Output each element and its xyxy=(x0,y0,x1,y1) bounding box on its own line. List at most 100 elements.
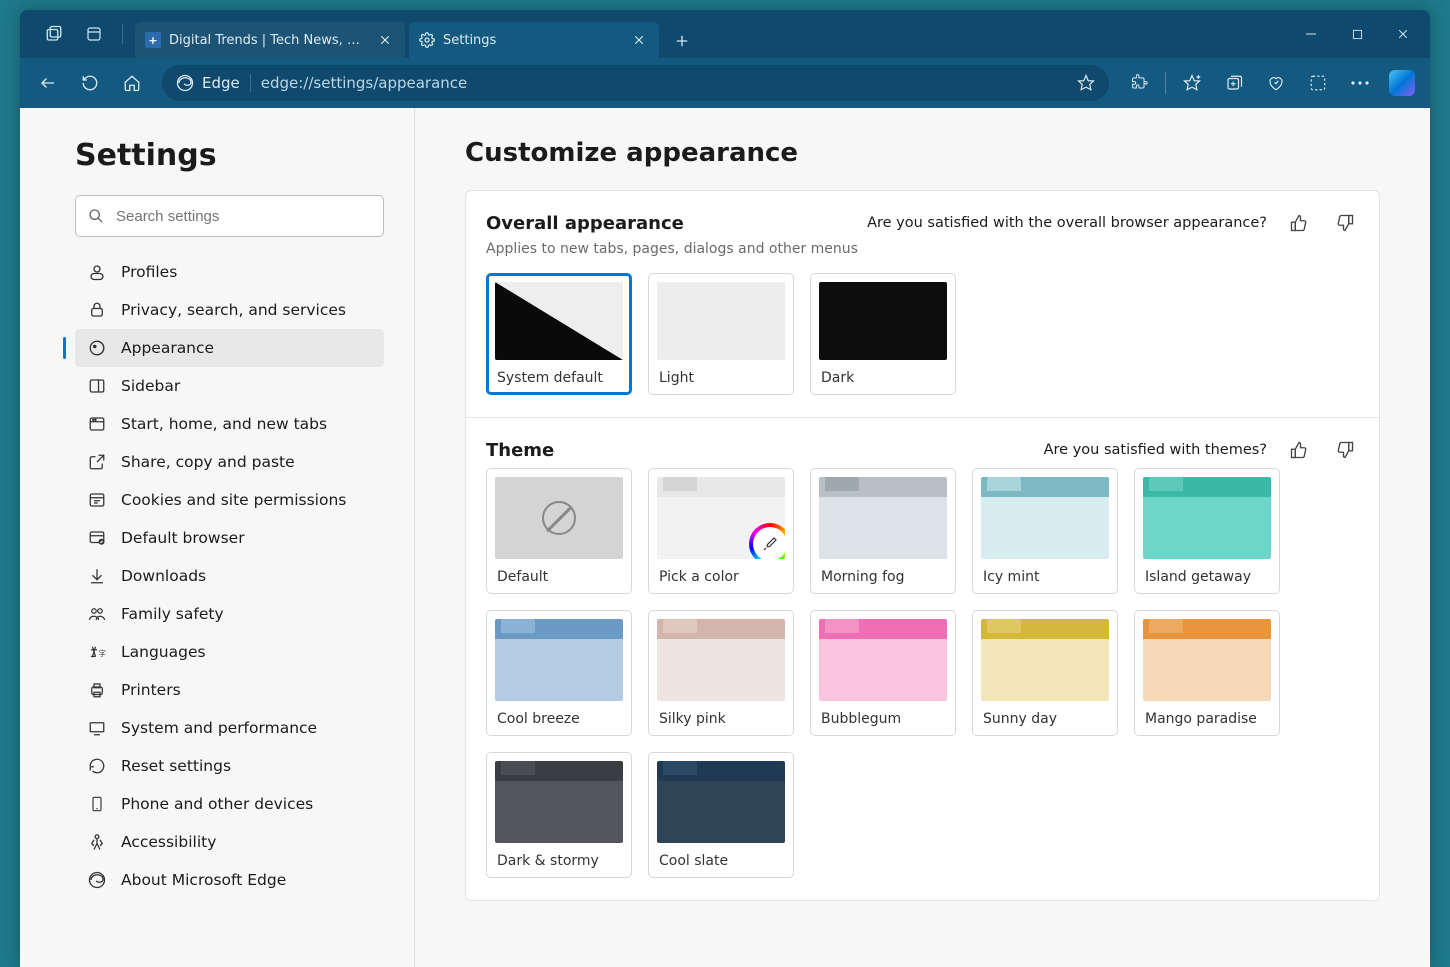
toolbar: Edge edge://settings/appearance xyxy=(20,58,1430,108)
addressbar-url: edge://settings/appearance xyxy=(261,74,1067,92)
home-button[interactable] xyxy=(112,63,152,103)
theme-option-morning-fog[interactable]: Morning fog xyxy=(810,468,956,594)
browser-essentials-button[interactable] xyxy=(1256,63,1296,103)
nav-label: Share, copy and paste xyxy=(121,453,295,471)
close-tab-icon[interactable] xyxy=(375,30,395,50)
nav-icon xyxy=(87,301,107,319)
tab-settings[interactable]: Settings xyxy=(409,22,659,58)
back-button[interactable] xyxy=(28,63,68,103)
favorite-star-icon[interactable] xyxy=(1077,74,1095,92)
copilot-button[interactable] xyxy=(1382,63,1422,103)
page-content: Settings Profiles Privacy, search, and se… xyxy=(20,108,1430,967)
tile-label: Silky pink xyxy=(657,711,785,727)
tile-label: Cool breeze xyxy=(495,711,623,727)
nav-icon xyxy=(87,453,107,471)
nav-item-languages[interactable]: 字Languages xyxy=(75,633,384,671)
collections-button[interactable] xyxy=(1214,63,1254,103)
tile-label: Mango paradise xyxy=(1143,711,1271,727)
new-tab-button[interactable] xyxy=(665,24,699,58)
nav-icon xyxy=(87,719,107,737)
maximize-button[interactable] xyxy=(1334,14,1380,54)
nav-item-share-copy-and-paste[interactable]: Share, copy and paste xyxy=(75,443,384,481)
extensions-button[interactable] xyxy=(1119,63,1159,103)
settings-sidebar: Settings Profiles Privacy, search, and se… xyxy=(20,108,415,967)
tile-label: Island getaway xyxy=(1143,569,1271,585)
nav-item-appearance[interactable]: Appearance xyxy=(75,329,384,367)
section-title: Overall appearance xyxy=(486,213,684,234)
nav-item-accessibility[interactable]: Accessibility xyxy=(75,823,384,861)
nav-icon xyxy=(87,871,107,889)
nav-icon xyxy=(87,794,107,814)
appearance-option-system-default[interactable]: System default xyxy=(486,273,632,395)
nav-label: Privacy, search, and services xyxy=(121,301,346,319)
nav-item-about-microsoft-edge[interactable]: About Microsoft Edge xyxy=(75,861,384,899)
theme-option-sunny-day[interactable]: Sunny day xyxy=(972,610,1118,736)
theme-option-cool-breeze[interactable]: Cool breeze xyxy=(486,610,632,736)
tab-title: Digital Trends | Tech News, Revie xyxy=(169,33,367,48)
nav-label: Printers xyxy=(121,681,181,699)
close-window-button[interactable] xyxy=(1380,14,1426,54)
theme-option-cool-slate[interactable]: Cool slate xyxy=(648,752,794,878)
nav-label: Cookies and site permissions xyxy=(121,491,346,509)
nav-item-reset-settings[interactable]: Reset settings xyxy=(75,747,384,785)
appearance-option-light[interactable]: Light xyxy=(648,273,794,395)
tile-label: Default xyxy=(495,569,623,585)
search-settings-input[interactable] xyxy=(75,195,384,237)
nav-label: Accessibility xyxy=(121,833,216,851)
tile-label: Icy mint xyxy=(981,569,1109,585)
thumbs-down-button[interactable] xyxy=(1331,209,1359,237)
thumbs-up-button[interactable] xyxy=(1285,436,1313,464)
page-title: Settings xyxy=(75,138,384,173)
appearance-option-dark[interactable]: Dark xyxy=(810,273,956,395)
nav-item-family-safety[interactable]: Family safety xyxy=(75,595,384,633)
nav-icon xyxy=(87,377,107,395)
workspaces-icon[interactable] xyxy=(36,16,72,52)
thumbs-up-button[interactable] xyxy=(1285,209,1313,237)
section-theme: Theme Are you satisfied with themes? Def… xyxy=(466,417,1379,900)
tab-actions-icon[interactable] xyxy=(76,16,112,52)
tile-label: Pick a color xyxy=(657,569,785,585)
tile-label: Light xyxy=(657,370,785,386)
nav-item-printers[interactable]: Printers xyxy=(75,671,384,709)
theme-option-silky-pink[interactable]: Silky pink xyxy=(648,610,794,736)
theme-option-pick-a-color[interactable]: Pick a color xyxy=(648,468,794,594)
close-tab-icon[interactable] xyxy=(629,30,649,50)
search-field[interactable] xyxy=(116,208,371,225)
gear-icon xyxy=(419,32,435,48)
nav-item-profiles[interactable]: Profiles xyxy=(75,253,384,291)
theme-option-mango-paradise[interactable]: Mango paradise xyxy=(1134,610,1280,736)
address-bar[interactable]: Edge edge://settings/appearance xyxy=(162,65,1109,101)
nav-label: Downloads xyxy=(121,567,206,585)
section-title: Theme xyxy=(486,440,554,461)
nav-item-downloads[interactable]: Downloads xyxy=(75,557,384,595)
nav-item-phone-and-other-devices[interactable]: Phone and other devices xyxy=(75,785,384,823)
thumbs-down-button[interactable] xyxy=(1331,436,1359,464)
tab-title: Settings xyxy=(443,33,621,48)
nav-item-system-and-performance[interactable]: System and performance xyxy=(75,709,384,747)
nav-label: Default browser xyxy=(121,529,245,547)
nav-item-privacy-search-and-services[interactable]: Privacy, search, and services xyxy=(75,291,384,329)
edge-logo-icon xyxy=(176,74,194,92)
nav-item-cookies-and-site-permissions[interactable]: Cookies and site permissions xyxy=(75,481,384,519)
nav-label: Profiles xyxy=(121,263,177,281)
tile-label: System default xyxy=(495,370,623,386)
nav-icon xyxy=(87,605,107,623)
theme-option-icy-mint[interactable]: Icy mint xyxy=(972,468,1118,594)
theme-option-default[interactable]: Default xyxy=(486,468,632,594)
nav-item-sidebar[interactable]: Sidebar xyxy=(75,367,384,405)
theme-option-dark-stormy[interactable]: Dark & stormy xyxy=(486,752,632,878)
theme-option-bubblegum[interactable]: Bubblegum xyxy=(810,610,956,736)
nav-item-default-browser[interactable]: Default browser xyxy=(75,519,384,557)
favorites-button[interactable] xyxy=(1172,63,1212,103)
theme-option-island-getaway[interactable]: Island getaway xyxy=(1134,468,1280,594)
more-menu-button[interactable] xyxy=(1340,63,1380,103)
screenshot-button[interactable] xyxy=(1298,63,1338,103)
tile-label: Dark & stormy xyxy=(495,853,623,869)
minimize-button[interactable] xyxy=(1288,14,1334,54)
nav-icon xyxy=(87,757,107,775)
tab-digital-trends[interactable]: + Digital Trends | Tech News, Revie xyxy=(135,22,405,58)
nav-item-start-home-and-new-tabs[interactable]: Start, home, and new tabs xyxy=(75,405,384,443)
nav-icon: 字 xyxy=(87,643,107,661)
tile-label: Bubblegum xyxy=(819,711,947,727)
refresh-button[interactable] xyxy=(70,63,110,103)
